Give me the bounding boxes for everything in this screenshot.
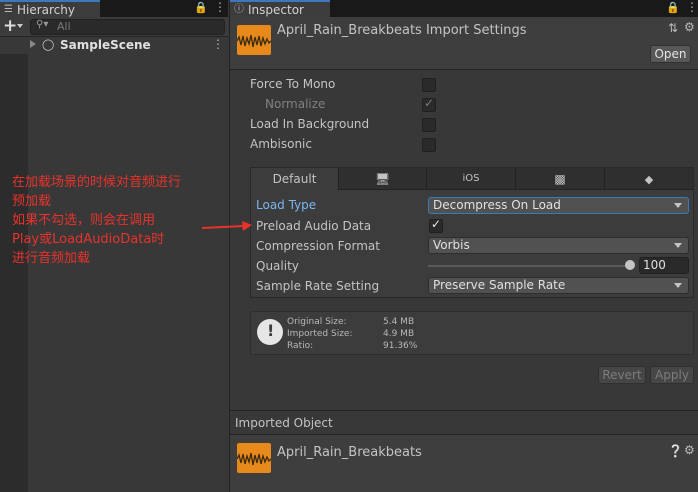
tab-webgl[interactable]: ◆: [605, 168, 693, 190]
annotation-text: 在加载场景的时候对音频进行 预加载 如果不勾选，则会在调用 Play或LoadA…: [12, 173, 181, 268]
section-divider: [230, 410, 698, 411]
unity-scene-icon: ◯: [42, 38, 55, 51]
inspector-tab[interactable]: ⓘ Inspector: [230, 0, 330, 17]
presets-icon[interactable]: ⇅: [668, 21, 678, 35]
tab-default[interactable]: Default: [251, 168, 339, 190]
compression-format-value: Vorbis: [433, 238, 470, 252]
chevron-down-icon: [674, 243, 682, 248]
open-button[interactable]: Open: [650, 45, 691, 63]
android-icon: ▩: [554, 172, 566, 186]
chevron-down-icon: [674, 203, 682, 208]
imported-size-label: Imported Size:: [287, 329, 353, 339]
inspector-panel: ⓘ Inspector 🔒 ⋮ April_Rain_Breakbeats Im…: [229, 0, 698, 492]
tab-android[interactable]: ▩: [516, 168, 605, 190]
ambisonic-label: Ambisonic: [250, 137, 312, 151]
load-type-label: Load Type: [256, 198, 317, 212]
size-info-box: ! Original Size: 5.4 MB Imported Size: 4…: [250, 311, 694, 355]
ratio-label: Ratio:: [287, 341, 314, 351]
inspector-tab-label: Inspector: [248, 2, 304, 17]
force-to-mono-checkbox[interactable]: [422, 78, 436, 92]
lock-icon[interactable]: 🔒: [194, 1, 208, 14]
force-to-mono-label: Force To Mono: [250, 77, 336, 91]
annotation-line: 预加载: [12, 194, 52, 209]
ratio-value: 91.36%: [383, 341, 418, 351]
quality-slider-thumb[interactable]: [625, 260, 635, 270]
inspector-header: April_Rain_Breakbeats Import Settings ⇅ …: [230, 17, 698, 70]
tab-ios[interactable]: iOS: [427, 168, 516, 190]
load-in-background-label: Load In Background: [250, 117, 370, 131]
waveform-icon: [237, 452, 271, 466]
html5-icon: ◆: [644, 173, 654, 186]
compression-format-label: Compression Format: [256, 239, 380, 253]
preload-audio-data-label: Preload Audio Data: [256, 219, 372, 233]
scene-row[interactable]: ◯ SampleScene ⋮: [0, 37, 228, 54]
info-icon: !: [257, 319, 283, 345]
waveform-icon: [237, 34, 271, 48]
audio-file-icon: [237, 25, 271, 55]
chevron-down-icon: [674, 283, 682, 288]
load-type-value: Decompress On Load: [433, 198, 561, 212]
scene-name: SampleScene: [60, 38, 151, 52]
hierarchy-list-icon: ☰: [4, 3, 13, 15]
platform-settings-box: Default 🖥 iOS ▩ ◆ Load Type Decompress O…: [250, 167, 694, 298]
load-type-dropdown[interactable]: Decompress On Load: [428, 197, 689, 214]
settings-gear-icon[interactable]: ⚙: [684, 20, 695, 34]
scene-menu-icon[interactable]: ⋮: [212, 37, 224, 51]
imported-object-header: Imported Object: [235, 416, 333, 430]
add-dropdown-arrow-icon[interactable]: [17, 24, 23, 28]
imported-object-name: April_Rain_Breakbeats: [277, 445, 422, 460]
annotation-arrow: [201, 221, 252, 231]
compression-format-dropdown[interactable]: Vorbis: [428, 237, 689, 254]
original-size-label: Original Size:: [287, 317, 347, 327]
hierarchy-tab[interactable]: ☰ Hierarchy: [0, 0, 100, 17]
sample-rate-setting-dropdown[interactable]: Preserve Sample Rate: [428, 277, 689, 294]
ambisonic-checkbox[interactable]: [422, 138, 436, 152]
settings-gear-icon[interactable]: ⚙: [684, 443, 695, 457]
preload-audio-data-checkbox[interactable]: [429, 217, 443, 233]
quality-value-field[interactable]: 100: [639, 257, 689, 274]
expand-arrow-icon[interactable]: [30, 40, 36, 48]
load-in-background-checkbox[interactable]: [422, 118, 436, 132]
imported-size-value: 4.9 MB: [383, 329, 415, 339]
hierarchy-search-input[interactable]: All: [30, 19, 225, 35]
normalize-checkbox: [422, 96, 436, 112]
annotation-line: Play或LoadAudioData时: [12, 232, 165, 247]
original-size-value: 5.4 MB: [383, 317, 415, 327]
inspector-lock-icon[interactable]: 🔒: [666, 1, 680, 14]
hierarchy-tab-label: Hierarchy: [16, 2, 75, 17]
monitor-icon: 🖥: [374, 172, 391, 186]
inspector-title: April_Rain_Breakbeats Import Settings: [277, 23, 527, 38]
imported-audio-icon: [237, 443, 271, 473]
imported-object-row: April_Rain_Breakbeats ❔ ⚙: [230, 435, 698, 492]
annotation-line: 在加载场景的时候对音频进行: [12, 175, 182, 190]
info-circle-icon: ⓘ: [234, 3, 244, 15]
search-icon: ⚲▾: [36, 19, 49, 30]
more-menu-icon[interactable]: ⋮: [214, 0, 226, 14]
apply-button[interactable]: Apply: [650, 366, 694, 384]
sample-rate-setting-label: Sample Rate Setting: [256, 279, 380, 293]
annotation-line: 进行音频加载: [12, 251, 91, 266]
help-icon[interactable]: ❔: [668, 444, 683, 458]
sample-rate-setting-value: Preserve Sample Rate: [433, 278, 566, 292]
inspector-more-icon[interactable]: ⋮: [686, 0, 698, 14]
add-button[interactable]: +: [3, 16, 17, 36]
annotation-line: 如果不勾选，则会在调用: [12, 213, 156, 228]
tab-standalone[interactable]: 🖥: [339, 168, 427, 190]
revert-button[interactable]: Revert: [598, 366, 646, 384]
quality-slider-track[interactable]: [428, 265, 630, 267]
normalize-label: Normalize: [265, 97, 326, 111]
quality-label: Quality: [256, 259, 299, 273]
